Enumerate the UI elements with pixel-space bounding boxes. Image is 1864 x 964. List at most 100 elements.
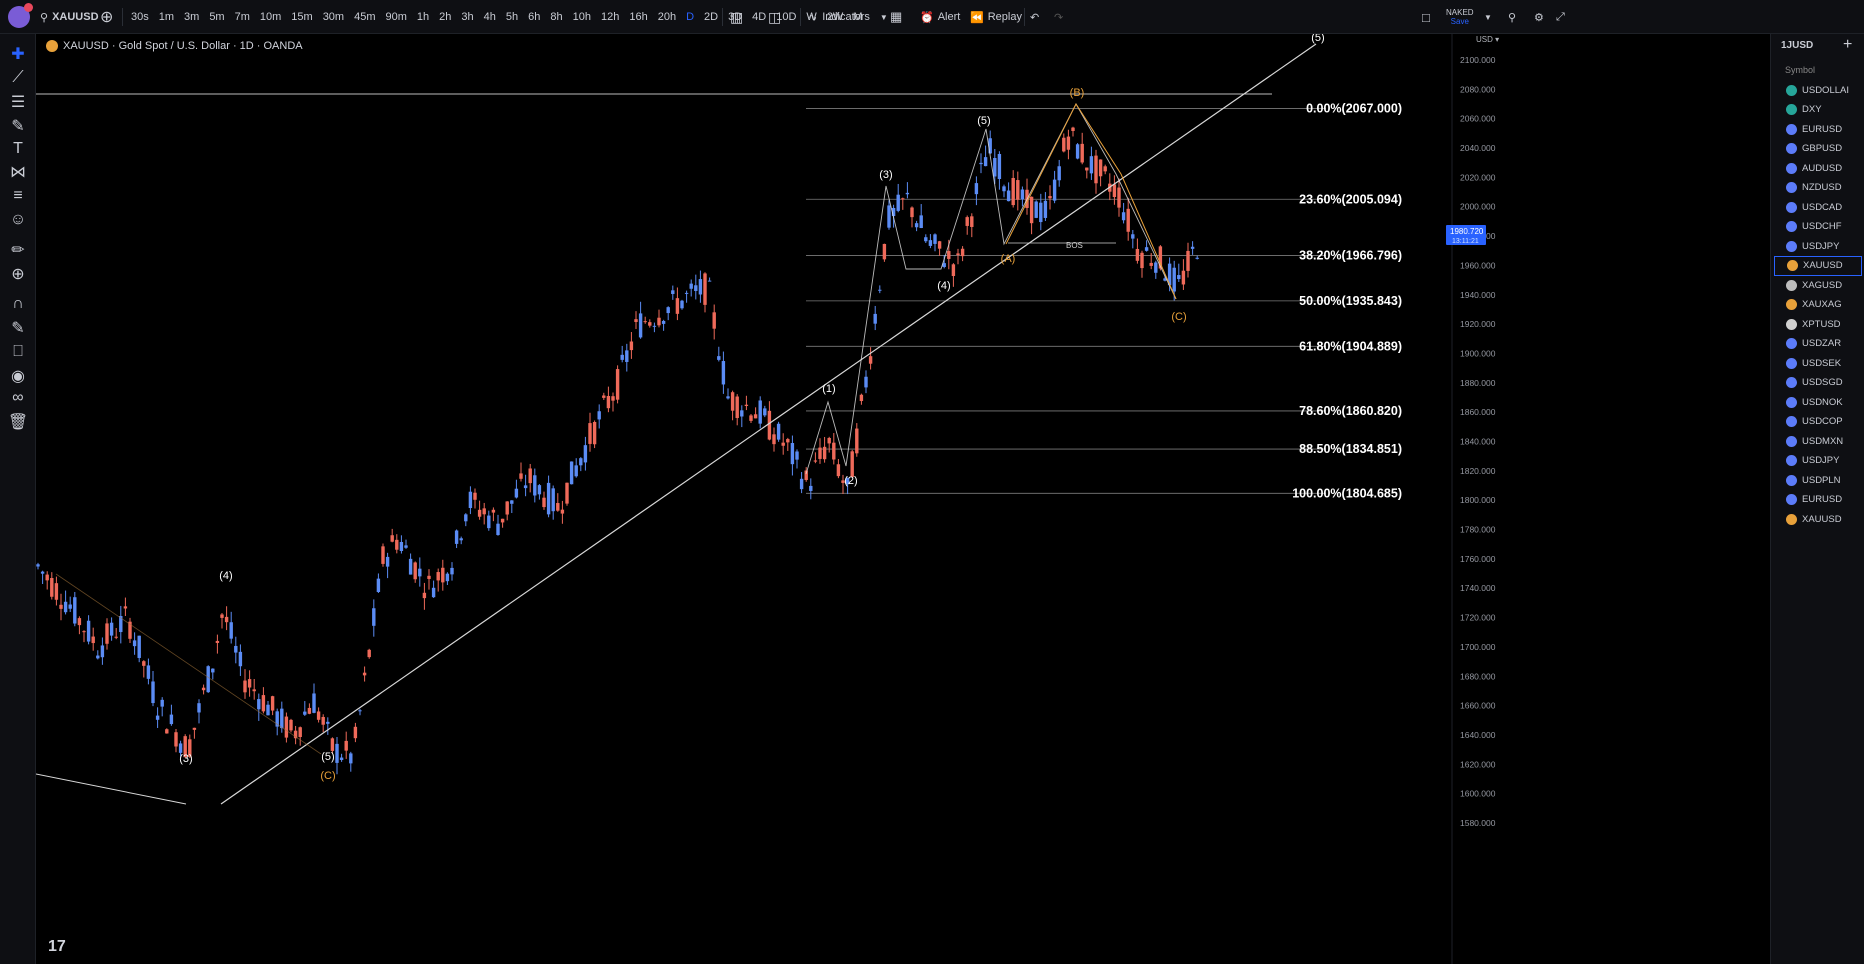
replay-button[interactable]: ⏪ Replay: [970, 0, 1022, 34]
watchlist-header[interactable]: 1JUSD: [1781, 40, 1813, 51]
watchlist-item[interactable]: AUDUSD: [1774, 158, 1862, 178]
pattern-icon[interactable]: ⋈: [6, 160, 30, 184]
undo-icon[interactable]: ↶: [1030, 0, 1039, 34]
watchlist-item[interactable]: XPTUSD: [1774, 314, 1862, 334]
watchlist-item[interactable]: XAUUSD: [1774, 509, 1862, 529]
interval-5m[interactable]: 5m: [204, 11, 229, 23]
wave-label: (5): [977, 115, 990, 127]
redo-icon[interactable]: ↷: [1054, 0, 1063, 34]
stay-drawing-icon[interactable]: ✎: [6, 316, 30, 340]
ruler-icon[interactable]: ✏: [6, 238, 30, 262]
watchlist-item[interactable]: USDJPY: [1774, 236, 1862, 256]
watchlist-item[interactable]: XAUUSD: [1774, 255, 1862, 276]
alert-button[interactable]: ⏰ Alert: [920, 0, 960, 34]
watchlist-item[interactable]: USDSEK: [1774, 353, 1862, 373]
interval-10m[interactable]: 10m: [255, 11, 286, 23]
interval-10h[interactable]: 10h: [568, 11, 596, 23]
interval-30s[interactable]: 30s: [126, 11, 154, 23]
emoji-icon[interactable]: ☺: [6, 208, 30, 232]
watchlist-item[interactable]: DXY: [1774, 100, 1862, 120]
interval-1h[interactable]: 1h: [412, 11, 434, 23]
fullscreen-icon[interactable]: ⤢: [1556, 0, 1565, 34]
interval-D[interactable]: D: [681, 11, 699, 23]
watchlist-item[interactable]: USDPLN: [1774, 470, 1862, 490]
watchlist-item[interactable]: USDJPY: [1774, 451, 1862, 471]
price-tick-label: 1960.000: [1460, 260, 1496, 270]
price-axis[interactable]: USD ▾ 2100.000 2080.000 2060.000 2040.000 202…: [1446, 34, 1499, 964]
magnet-icon[interactable]: ∩: [6, 292, 30, 316]
bos-label: BOS: [1066, 241, 1083, 250]
watchlist-item[interactable]: NZDUSD: [1774, 178, 1862, 198]
interval-5h[interactable]: 5h: [501, 11, 523, 23]
candle-style-icon[interactable]: ◫: [768, 0, 781, 34]
watchlist-item[interactable]: USDCAD: [1774, 197, 1862, 217]
watchlist-item[interactable]: USDNOK: [1774, 392, 1862, 412]
interval-45m[interactable]: 45m: [349, 11, 380, 23]
symbol-flag-icon: [1786, 494, 1797, 505]
gear-icon[interactable]: ⚙: [1534, 0, 1544, 34]
interval-3m[interactable]: 3m: [179, 11, 204, 23]
interval-30m[interactable]: 30m: [318, 11, 349, 23]
channel-line[interactable]: [55, 573, 322, 755]
watchlist-item[interactable]: USDSGD: [1774, 373, 1862, 393]
candle-body: [496, 523, 500, 536]
candle-body: [758, 400, 762, 424]
watchlist-item[interactable]: USDOLLAI: [1774, 80, 1862, 100]
trend-line-icon[interactable]: ⟋: [6, 66, 30, 90]
watchlist-item[interactable]: USDZAR: [1774, 334, 1862, 354]
templates-icon[interactable]: ▦: [890, 0, 902, 34]
text-icon[interactable]: T: [6, 137, 30, 161]
brush-icon[interactable]: ✎: [6, 114, 30, 138]
layout-name: NAKED: [1446, 8, 1474, 17]
bar-style-icon[interactable]: ▥: [730, 0, 743, 34]
interval-15m[interactable]: 15m: [286, 11, 317, 23]
interval-6h[interactable]: 6h: [523, 11, 545, 23]
compare-add-icon[interactable]: ⊕: [100, 0, 113, 34]
interval-90m[interactable]: 90m: [381, 11, 412, 23]
forecast-icon[interactable]: ≡: [6, 184, 30, 208]
trash-icon[interactable]: 🗑: [6, 410, 30, 434]
fullscreen-square-icon[interactable]: □: [1422, 0, 1430, 34]
indicators-button[interactable]: ∿ Indicators ▼: [808, 0, 888, 34]
crosshair-icon[interactable]: ✚: [6, 42, 30, 66]
candle-body: [583, 445, 588, 463]
link-icon[interactable]: ∞: [6, 386, 30, 410]
candle-body: [850, 451, 854, 478]
zoom-in-icon[interactable]: ⊕: [6, 262, 30, 286]
price-chart[interactable]: 0.00%(2067.000) 23.60%(2005.094) 38.20%(19…: [36, 34, 1770, 964]
trend-line-lower[interactable]: [36, 773, 187, 805]
fib-level-label: 100.00%(1804.685): [1292, 486, 1402, 500]
quick-search-icon[interactable]: ⚲: [1508, 0, 1516, 34]
drawings[interactable]: BOS: [36, 43, 1317, 805]
eye-icon[interactable]: ◉: [6, 364, 30, 388]
watchlist-item[interactable]: EURUSD: [1774, 490, 1862, 510]
lock-icon[interactable]: ⎕: [6, 340, 30, 364]
layout-save-button[interactable]: NAKED Save: [1446, 0, 1474, 34]
fib-retracement[interactable]: 0.00%(2067.000) 23.60%(2005.094) 38.20%(19…: [36, 93, 1402, 500]
interval-2h[interactable]: 2h: [434, 11, 456, 23]
interval-16h[interactable]: 16h: [624, 11, 652, 23]
interval-1m[interactable]: 1m: [154, 11, 179, 23]
interval-2D[interactable]: 2D: [699, 11, 723, 23]
watchlist-item[interactable]: GBPUSD: [1774, 139, 1862, 159]
watchlist-item[interactable]: EURUSD: [1774, 119, 1862, 139]
interval-20h[interactable]: 20h: [653, 11, 681, 23]
interval-3h[interactable]: 3h: [456, 11, 478, 23]
interval-12h[interactable]: 12h: [596, 11, 624, 23]
watchlist-item[interactable]: USDMXN: [1774, 431, 1862, 451]
fib-retracement-icon[interactable]: ☰: [6, 90, 30, 114]
symbol-flag-icon: [1786, 221, 1797, 232]
interval-8h[interactable]: 8h: [545, 11, 567, 23]
watchlist-item[interactable]: XAUXAG: [1774, 295, 1862, 315]
add-symbol-icon[interactable]: +: [1843, 36, 1852, 54]
symbol-search-button[interactable]: ⚲ XAUUSD: [40, 0, 99, 34]
layout-chevron-icon[interactable]: ▼: [1484, 0, 1492, 34]
impulse-wave-path[interactable]: [805, 103, 1177, 475]
watchlist-symbol: USDMXN: [1802, 435, 1844, 447]
watchlist-item[interactable]: USDCOP: [1774, 412, 1862, 432]
watchlist-item[interactable]: XAGUSD: [1774, 275, 1862, 295]
interval-7m[interactable]: 7m: [230, 11, 255, 23]
watchlist-item[interactable]: USDCHF: [1774, 217, 1862, 237]
interval-4h[interactable]: 4h: [479, 11, 501, 23]
trend-line[interactable]: [220, 43, 1317, 805]
